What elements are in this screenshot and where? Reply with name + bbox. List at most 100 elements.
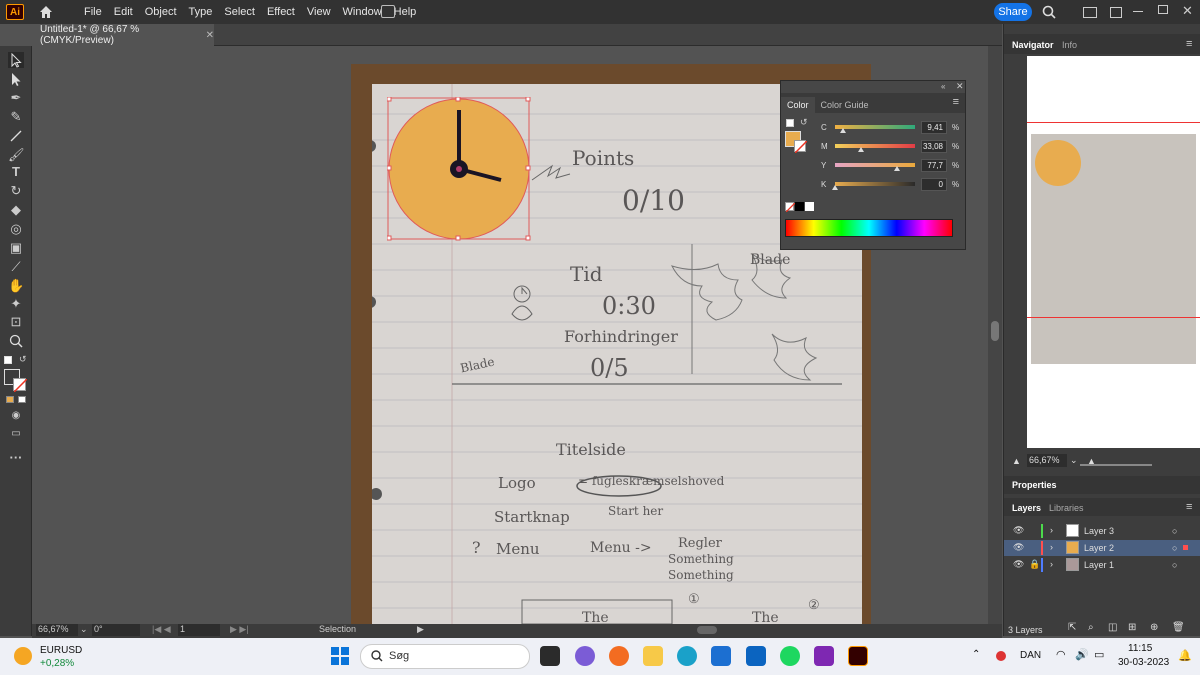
target-circle-icon[interactable]: ○ xyxy=(1172,543,1177,553)
workspace-icon[interactable] xyxy=(1083,7,1097,18)
tab-info[interactable]: Info xyxy=(1062,40,1077,50)
teams-chat-icon[interactable] xyxy=(575,646,595,666)
show-hidden-icons-icon[interactable]: ⌃ xyxy=(972,649,980,660)
zoom-dropdown-icon[interactable]: ⌄ xyxy=(80,624,88,635)
notification-icon[interactable]: 🔔 xyxy=(1178,649,1192,662)
navigator-menu-icon[interactable]: ≡ xyxy=(1186,38,1192,50)
new-layer-icon[interactable]: ⊕ xyxy=(1150,622,1158,633)
navigator-zoom-out-icon[interactable]: ▲ xyxy=(1012,456,1021,466)
yellow-slider[interactable]: Y 77,7 % xyxy=(821,159,961,173)
menu-edit[interactable]: Edit xyxy=(108,6,139,18)
visibility-eye-icon[interactable]: 👁 xyxy=(1013,542,1024,553)
horizontal-scroll-thumb[interactable] xyxy=(697,626,717,634)
menu-window[interactable]: Window xyxy=(337,6,388,18)
visibility-eye-icon[interactable]: 👁 xyxy=(1013,559,1024,570)
tab-properties[interactable]: Properties xyxy=(1012,480,1057,490)
eraser-tool-icon[interactable]: ◆ xyxy=(8,202,24,218)
edge-icon[interactable] xyxy=(677,646,697,666)
stroke-swatch[interactable] xyxy=(13,378,28,393)
panel-toggle-icon[interactable] xyxy=(1110,7,1122,18)
minimize-icon[interactable] xyxy=(1133,11,1143,12)
weather-icon[interactable] xyxy=(14,647,32,665)
volume-icon[interactable]: 🔊 xyxy=(1075,648,1089,661)
menu-view[interactable]: View xyxy=(301,6,337,18)
expand-chevron-icon[interactable]: › xyxy=(1050,559,1053,569)
visibility-eye-icon[interactable]: 👁 xyxy=(1013,525,1024,536)
clipping-mask-icon[interactable]: ◫ xyxy=(1108,622,1117,633)
cyan-value-field[interactable]: 9,41 xyxy=(921,121,947,134)
rotate-tool-icon[interactable]: ↻ xyxy=(8,183,24,199)
color-mode-icon[interactable] xyxy=(6,396,14,403)
menu-type[interactable]: Type xyxy=(183,6,219,18)
none-swatch[interactable] xyxy=(785,202,796,213)
magenta-thumb[interactable] xyxy=(858,147,865,152)
illustrator-taskbar-icon[interactable] xyxy=(848,646,868,666)
black-slider[interactable]: K 0 % xyxy=(821,178,961,192)
layer-name[interactable]: Layer 1 xyxy=(1084,560,1114,570)
tab-color[interactable]: Color xyxy=(781,97,815,113)
spotify-icon[interactable] xyxy=(780,646,800,666)
expand-chevron-icon[interactable]: › xyxy=(1050,525,1053,535)
zoom-tool-icon[interactable] xyxy=(8,333,24,349)
color-spectrum[interactable] xyxy=(785,219,953,237)
black-value-field[interactable]: 0 xyxy=(921,178,947,191)
microsoft-store-icon[interactable] xyxy=(711,646,731,666)
tray-app-icon[interactable] xyxy=(996,651,1006,661)
direct-selection-tool-icon[interactable] xyxy=(8,71,24,87)
more-tools-icon[interactable]: ··· xyxy=(8,450,24,466)
layer-name[interactable]: Layer 2 xyxy=(1084,543,1114,553)
menu-effect[interactable]: Effect xyxy=(261,6,301,18)
selected-art-indicator[interactable] xyxy=(1183,545,1188,550)
close-tab-icon[interactable]: ✕ xyxy=(206,30,214,41)
zoom-level-field[interactable]: 66,67% xyxy=(36,624,78,636)
swap-fill-stroke-icon[interactable]: ↺ xyxy=(800,117,808,128)
restore-icon[interactable] xyxy=(1158,5,1168,14)
file-explorer-icon[interactable] xyxy=(643,646,663,666)
black-swatch[interactable] xyxy=(795,202,804,211)
yellow-thumb[interactable] xyxy=(894,166,901,171)
shape-builder-tool-icon[interactable]: ◎ xyxy=(8,221,24,237)
swap-colors-icon[interactable]: ↺ xyxy=(19,354,27,365)
lock-icon[interactable]: 🔒 xyxy=(1029,559,1040,570)
tab-libraries[interactable]: Libraries xyxy=(1049,503,1084,513)
locate-object-icon[interactable]: ⌕ xyxy=(1088,622,1094,633)
rotation-field[interactable]: 0° xyxy=(92,624,140,636)
ticker-name[interactable]: EURUSD xyxy=(40,645,82,656)
battery-icon[interactable]: ▭ xyxy=(1094,648,1104,661)
none-mode-icon[interactable] xyxy=(18,396,26,403)
selection-bounding-box[interactable] xyxy=(387,97,531,241)
tab-color-guide[interactable]: Color Guide xyxy=(815,97,875,113)
eyedropper-tool-icon[interactable]: ⟋ xyxy=(8,259,24,275)
target-circle-icon[interactable]: ○ xyxy=(1172,526,1177,536)
share-button[interactable]: Share xyxy=(994,3,1032,21)
layer-row-2[interactable]: 👁 › Layer 2 ○ xyxy=(1004,540,1200,556)
clock-date[interactable]: 30-03-2023 xyxy=(1118,657,1169,668)
tab-document[interactable]: Untitled-1* @ 66,67 % (CMYK/Preview) ✕ xyxy=(32,24,214,46)
pen-tool-icon[interactable]: ✒ xyxy=(8,90,24,106)
type-tool-icon[interactable]: T xyxy=(8,164,24,180)
tab-layers[interactable]: Layers xyxy=(1012,503,1041,513)
yellow-track[interactable] xyxy=(835,163,915,167)
symbol-sprayer-tool-icon[interactable]: ✦ xyxy=(8,296,24,312)
layer-name[interactable]: Layer 3 xyxy=(1084,526,1114,536)
close-icon[interactable]: ✕ xyxy=(1182,3,1193,19)
menu-file[interactable]: File xyxy=(78,6,108,18)
next-artboard-icon[interactable]: ▶ ▶| xyxy=(230,624,249,635)
firefox-icon[interactable] xyxy=(609,646,629,666)
home-icon[interactable] xyxy=(38,4,54,20)
white-swatch[interactable] xyxy=(805,202,814,211)
tab-navigator[interactable]: Navigator xyxy=(1012,40,1054,50)
draw-mode-icon[interactable]: ◉ xyxy=(8,408,24,424)
language-indicator[interactable]: DAN xyxy=(1020,650,1041,661)
collapse-panel-icon[interactable]: « xyxy=(941,82,945,91)
panel-stroke-swatch[interactable] xyxy=(794,140,808,154)
black-track[interactable] xyxy=(835,182,915,186)
onenote-icon[interactable] xyxy=(814,646,834,666)
yellow-value-field[interactable]: 77,7 xyxy=(921,159,947,172)
first-artboard-icon[interactable]: |◀ ◀ xyxy=(152,624,171,635)
outlook-icon[interactable] xyxy=(746,646,766,666)
line-tool-icon[interactable] xyxy=(8,128,24,144)
layer-row-1[interactable]: 👁 🔒 › Layer 1 ○ xyxy=(1004,557,1200,573)
wifi-icon[interactable]: ◠ xyxy=(1056,648,1066,661)
artboard-number-field[interactable]: 1 xyxy=(178,624,220,636)
